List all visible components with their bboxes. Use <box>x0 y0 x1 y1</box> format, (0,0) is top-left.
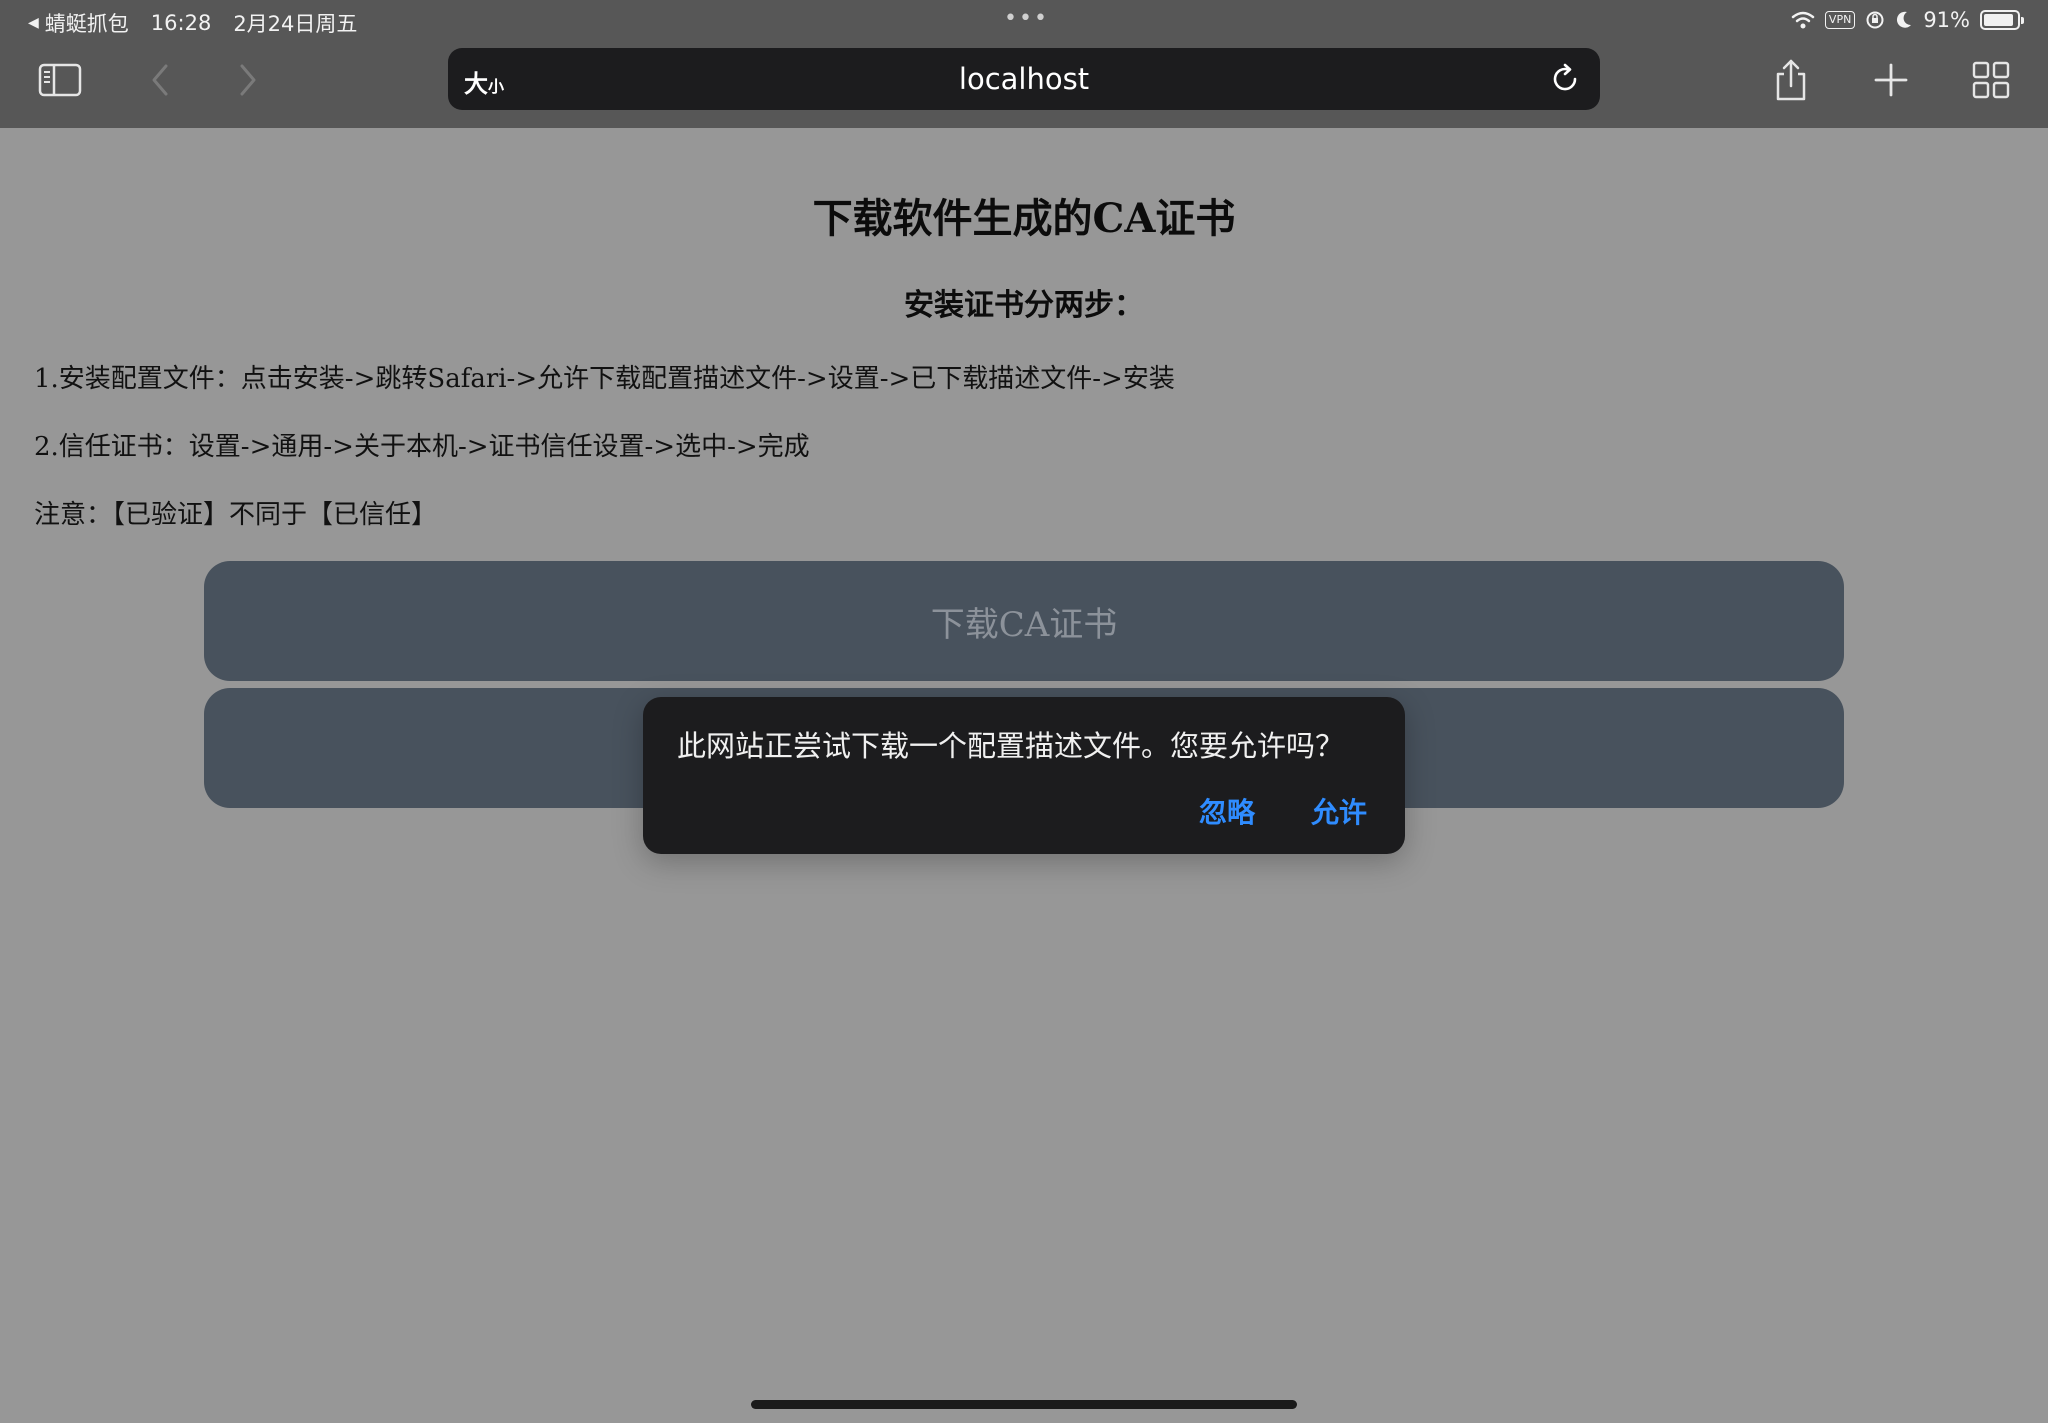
vpn-badge: VPN <box>1824 11 1856 29</box>
share-button[interactable] <box>1767 56 1815 104</box>
url-text[interactable]: localhost <box>448 62 1600 96</box>
new-tab-button[interactable] <box>1867 56 1915 104</box>
status-bar: ◀ 蜻蜓抓包 16:28 2月24日周五 ••• VPN 91% <box>0 0 2048 42</box>
browser-chrome: ◀ 蜻蜓抓包 16:28 2月24日周五 ••• VPN 91% 大小 loca… <box>0 0 2048 128</box>
instruction-step-2: 2.信任证书：设置->通用->关于本机->证书信任设置->选中->完成 <box>34 432 810 462</box>
back-to-app-label[interactable]: 蜻蜓抓包 <box>45 8 129 38</box>
chevron-right-icon <box>240 64 256 96</box>
multitasking-dots[interactable]: ••• <box>1004 6 1049 31</box>
tabs-grid-icon <box>1972 61 2010 99</box>
plus-icon <box>1874 63 1908 97</box>
moon-icon <box>1897 11 1912 28</box>
status-date: 2月24日周五 <box>233 12 358 36</box>
status-bar-left: ◀ 蜻蜓抓包 16:28 2月24日周五 <box>28 8 357 38</box>
instruction-step-1: 1.安装配置文件：点击安装->跳转Safari->允许下载配置描述文件->设置-… <box>34 364 1175 394</box>
battery-icon <box>1980 10 2024 30</box>
download-ca-button[interactable]: 下载CA证书 <box>204 561 1844 681</box>
status-bar-right: VPN 91% <box>1781 8 2024 32</box>
page-title: 下载软件生成的CA证书 <box>812 195 1236 242</box>
forward-button[interactable] <box>224 56 272 104</box>
reload-icon[interactable] <box>1548 62 1582 96</box>
sidebar-button[interactable] <box>36 56 84 104</box>
allow-button[interactable]: 允许 <box>1311 791 1367 831</box>
battery-percent: 91% <box>1923 8 1970 32</box>
instruction-note: 注意：【已验证】不同于【已信任】 <box>34 500 438 530</box>
orientation-lock-icon <box>1866 11 1884 29</box>
wifi-icon <box>1791 11 1815 29</box>
back-button[interactable] <box>136 56 184 104</box>
tab-overview-button[interactable] <box>1967 56 2015 104</box>
chevron-left-icon <box>152 64 168 96</box>
ignore-button[interactable]: 忽略 <box>1199 791 1255 831</box>
battery-level <box>1984 14 2014 26</box>
home-indicator[interactable] <box>751 1400 1297 1409</box>
url-bar[interactable]: 大小 localhost <box>448 48 1600 110</box>
status-time: 16:28 <box>150 11 212 35</box>
page-subtitle: 安装证书分两步： <box>904 288 1144 323</box>
download-permission-dialog: 此网站正尝试下载一个配置描述文件。您要允许吗？ 忽略 允许 <box>643 697 1405 854</box>
share-icon <box>1776 59 1806 101</box>
dialog-message: 此网站正尝试下载一个配置描述文件。您要允许吗？ <box>677 729 1345 763</box>
back-to-app-icon[interactable]: ◀ <box>28 15 39 31</box>
sidebar-icon <box>38 63 82 97</box>
